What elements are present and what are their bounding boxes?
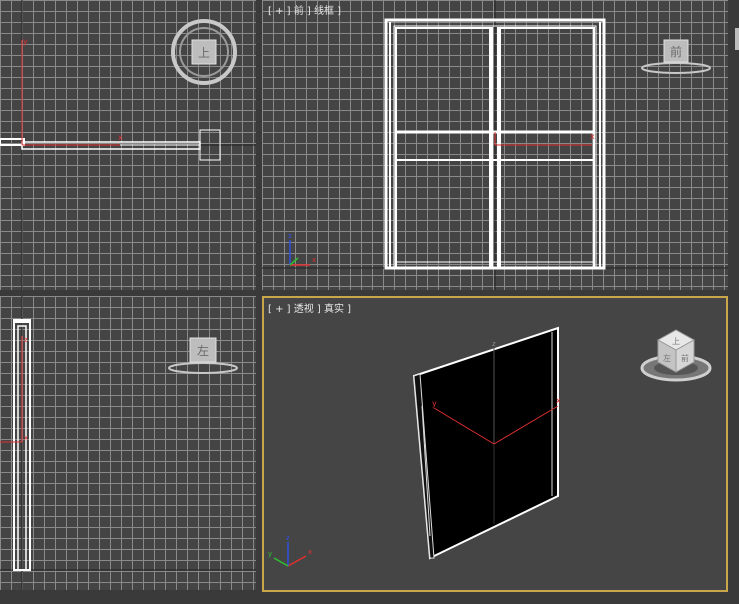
- viewport-perspective-canvas: x y z x z y 上 左 前: [268, 326, 712, 567]
- viewcube-top-face: 上: [198, 46, 210, 60]
- world-axis-persp-x: x: [308, 548, 312, 556]
- viewcube-front[interactable]: 前: [641, 39, 711, 74]
- viewport-left-canvas: z x 左: [0, 296, 256, 590]
- viewcube-persp-left: 左: [663, 353, 671, 363]
- viewcube-left-face: 左: [197, 343, 209, 358]
- transform-gizmo-front[interactable]: x: [494, 132, 595, 146]
- viewport-scrollbar[interactable]: [735, 28, 739, 50]
- viewcube-persp-front: 前: [681, 353, 689, 363]
- world-axis-perspective: x z y: [268, 534, 312, 567]
- gizmo-top-x-label: x: [118, 133, 123, 142]
- gizmo-left-z-label: z: [24, 336, 28, 344]
- world-axis-front: x z: [288, 232, 316, 266]
- gizmo-left-x-label: x: [24, 434, 28, 442]
- gizmo-persp-y-label: y: [432, 399, 437, 408]
- gizmo-top-y-label: y: [23, 37, 28, 46]
- viewport-perspective-label[interactable]: [ + ] 透视 ] 真实 ]: [268, 300, 351, 315]
- viewport-left[interactable]: z x 左: [0, 296, 256, 590]
- viewport-front-canvas: x x z 前: [262, 0, 728, 290]
- world-axis-front-z: z: [288, 232, 292, 240]
- viewport-top-canvas: x y 上: [0, 0, 256, 290]
- viewport-front[interactable]: [ + ] 前 ] 线框 ] x x z 前: [262, 0, 728, 290]
- viewcube-front-face: 前: [670, 44, 682, 59]
- viewport-perspective[interactable]: [ + ] 透视 ] 真实 ] x y z x z y 上 左 前: [262, 296, 728, 592]
- viewcube-perspective[interactable]: 上 左 前: [640, 329, 712, 382]
- viewcube-top[interactable]: 上: [171, 19, 237, 85]
- world-axis-persp-z: z: [286, 534, 290, 542]
- door-perspective-mesh[interactable]: [412, 326, 559, 560]
- gizmo-front-x-label: x: [590, 132, 595, 141]
- viewport-top[interactable]: x y 上: [0, 0, 256, 290]
- transform-gizmo-top[interactable]: x y: [21, 37, 123, 146]
- viewport-front-label[interactable]: [ + ] 前 ] 线框 ]: [268, 2, 341, 17]
- gizmo-persp-x-label: x: [556, 396, 561, 405]
- world-axis-persp-y: y: [268, 550, 272, 558]
- gizmo-persp-z-label: z: [492, 340, 496, 348]
- world-axis-front-x: x: [312, 256, 316, 264]
- viewcube-persp-top: 上: [672, 337, 680, 346]
- viewcube-left[interactable]: 左: [168, 337, 238, 374]
